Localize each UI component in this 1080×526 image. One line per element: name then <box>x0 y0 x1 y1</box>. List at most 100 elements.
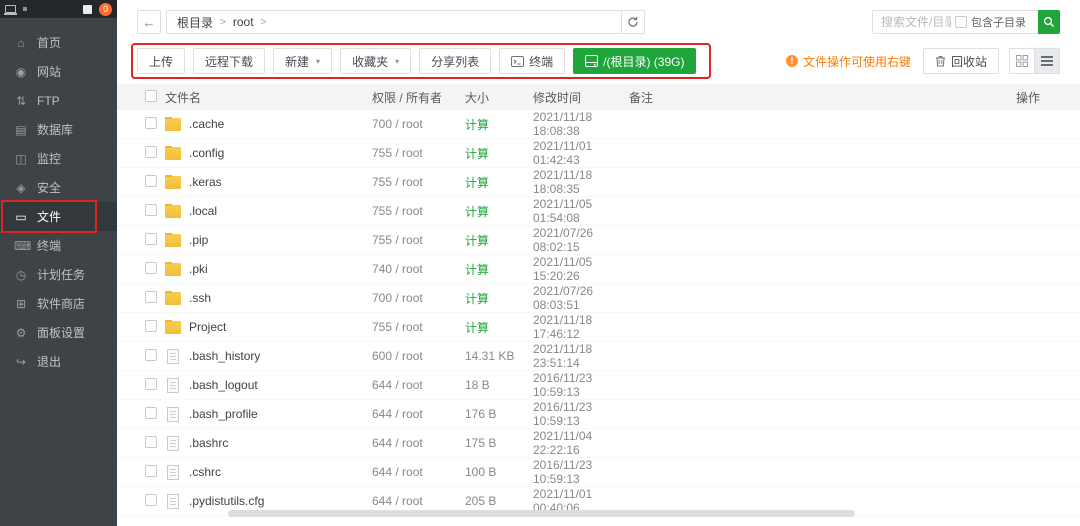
row-checkbox[interactable] <box>145 378 157 390</box>
share-list-button[interactable]: 分享列表 <box>419 48 491 74</box>
sidebar: 0 ⌂ 首页 ◉ 网站 ⇅ FTP ▤ 数据库 ◫ 监控 ◈ 安全 ▭ 文件 ⌨… <box>0 0 117 526</box>
remote-download-button[interactable]: 远程下载 <box>193 48 265 74</box>
favorites-menu-button[interactable]: 收藏夹 ▾ <box>340 48 411 74</box>
breadcrumb-item[interactable]: root <box>233 15 254 29</box>
file-name[interactable]: .config <box>189 146 224 160</box>
sidebar-item-panel-settings[interactable]: ⚙ 面板设置 <box>0 318 117 347</box>
file-row[interactable]: .bash_history 600 / root 14.31 KB 2021/1… <box>117 342 1080 371</box>
file-name[interactable]: .bash_history <box>189 349 260 363</box>
file-name[interactable]: .pki <box>189 262 208 276</box>
sidebar-item-logout[interactable]: ↪ 退出 <box>0 347 117 376</box>
upload-button[interactable]: 上传 <box>137 48 185 74</box>
row-checkbox[interactable] <box>145 349 157 361</box>
file-row[interactable]: .cshrc 644 / root 100 B 2016/11/23 10:59… <box>117 458 1080 487</box>
breadcrumb-item[interactable]: 根目录 <box>177 14 213 31</box>
file-name[interactable]: .ssh <box>189 291 211 305</box>
sidebar-item-monitor[interactable]: ◫ 监控 <box>0 144 117 173</box>
sidebar-item-files[interactable]: ▭ 文件 <box>0 202 117 231</box>
file-name[interactable]: Project <box>189 320 226 334</box>
calc-size-link[interactable]: 计算 <box>465 232 533 249</box>
column-header-perm: 权限 / 所有者 <box>372 89 465 106</box>
file-size: 14.31 KB <box>465 349 533 363</box>
file-name[interactable]: .local <box>189 204 217 218</box>
file-row[interactable]: .pip 755 / root 计算 2021/07/26 08:02:15 <box>117 226 1080 255</box>
file-name[interactable]: .bash_logout <box>189 378 258 392</box>
new-menu-button[interactable]: 新建 ▾ <box>273 48 332 74</box>
monitor-icon: ◫ <box>14 152 28 166</box>
include-subdir-option[interactable]: 包含子目录 <box>955 14 1026 30</box>
file-name[interactable]: .pip <box>189 233 208 247</box>
row-checkbox[interactable] <box>145 494 157 506</box>
file-row[interactable]: .pki 740 / root 计算 2021/11/05 15:20:26 <box>117 255 1080 284</box>
sidebar-item-website[interactable]: ◉ 网站 <box>0 57 117 86</box>
row-checkbox[interactable] <box>145 436 157 448</box>
file-permission: 600 / root <box>372 349 465 363</box>
row-checkbox[interactable] <box>145 117 157 129</box>
calc-size-link[interactable]: 计算 <box>465 261 533 278</box>
column-header-name: 文件名 <box>165 89 372 106</box>
file-row[interactable]: .bash_logout 644 / root 18 B 2016/11/23 … <box>117 371 1080 400</box>
file-name[interactable]: .cshrc <box>189 465 221 479</box>
select-all-checkbox[interactable] <box>145 90 157 102</box>
file-mtime: 2021/11/04 22:22:16 <box>533 429 629 457</box>
row-checkbox[interactable] <box>145 204 157 216</box>
row-checkbox[interactable] <box>145 262 157 274</box>
file-name[interactable]: .cache <box>189 117 224 131</box>
row-checkbox[interactable] <box>145 407 157 419</box>
row-checkbox[interactable] <box>145 175 157 187</box>
root-disk-button[interactable]: /(根目录) (39G) <box>573 48 696 74</box>
file-size: 100 B <box>465 465 533 479</box>
chevron-down-icon: ▾ <box>395 57 399 66</box>
horizontal-scrollbar[interactable] <box>228 510 855 517</box>
file-row[interactable]: .bash_profile 644 / root 176 B 2016/11/2… <box>117 400 1080 429</box>
row-checkbox[interactable] <box>145 320 157 332</box>
file-permission: 700 / root <box>372 291 465 305</box>
search-button[interactable] <box>1038 10 1060 34</box>
row-checkbox[interactable] <box>145 233 157 245</box>
file-row[interactable]: .cache 700 / root 计算 2021/11/18 18:08:38 <box>117 110 1080 139</box>
file-name[interactable]: .pydistutils.cfg <box>189 494 264 508</box>
calc-size-link[interactable]: 计算 <box>465 174 533 191</box>
files-icon: ▭ <box>14 210 28 224</box>
sidebar-item-security[interactable]: ◈ 安全 <box>0 173 117 202</box>
calc-size-link[interactable]: 计算 <box>465 319 533 336</box>
file-name[interactable]: .bashrc <box>189 436 228 450</box>
logout-icon: ↪ <box>14 355 28 369</box>
list-view-button[interactable] <box>1034 48 1060 74</box>
file-row[interactable]: .keras 755 / root 计算 2021/11/18 18:08:35 <box>117 168 1080 197</box>
calc-size-link[interactable]: 计算 <box>465 203 533 220</box>
sidebar-item-database[interactable]: ▤ 数据库 <box>0 115 117 144</box>
file-row[interactable]: .bashrc 644 / root 175 B 2021/11/04 22:2… <box>117 429 1080 458</box>
file-icon <box>167 349 179 364</box>
row-checkbox[interactable] <box>145 146 157 158</box>
disk-icon <box>585 55 598 67</box>
sidebar-item-terminal[interactable]: ⌨ 终端 <box>0 231 117 260</box>
dot-icon <box>23 7 27 11</box>
sidebar-item-cron[interactable]: ◷ 计划任务 <box>0 260 117 289</box>
refresh-button[interactable] <box>621 10 645 34</box>
terminal-button[interactable]: 终端 <box>499 48 565 74</box>
search-input[interactable] <box>881 15 951 29</box>
grid-view-button[interactable] <box>1009 48 1035 74</box>
file-row[interactable]: .ssh 700 / root 计算 2021/07/26 08:03:51 <box>117 284 1080 313</box>
file-name[interactable]: .bash_profile <box>189 407 258 421</box>
calc-size-link[interactable]: 计算 <box>465 145 533 162</box>
file-row[interactable]: Project 755 / root 计算 2021/11/18 17:46:1… <box>117 313 1080 342</box>
calc-size-link[interactable]: 计算 <box>465 290 533 307</box>
sidebar-item-app-store[interactable]: ⊞ 软件商店 <box>0 289 117 318</box>
recycle-bin-button[interactable]: 回收站 <box>923 48 999 74</box>
folder-icon <box>165 205 181 218</box>
file-name[interactable]: .keras <box>189 175 222 189</box>
calc-size-link[interactable]: 计算 <box>465 116 533 133</box>
back-button[interactable]: ← <box>137 10 161 34</box>
sidebar-item-ftp[interactable]: ⇅ FTP <box>0 86 117 115</box>
file-row[interactable]: .config 755 / root 计算 2021/11/01 01:42:4… <box>117 139 1080 168</box>
file-mtime: 2021/11/05 15:20:26 <box>533 255 629 283</box>
row-checkbox[interactable] <box>145 465 157 477</box>
file-permission: 755 / root <box>372 204 465 218</box>
file-row[interactable]: .local 755 / root 计算 2021/11/05 01:54:08 <box>117 197 1080 226</box>
file-permission: 755 / root <box>372 146 465 160</box>
row-checkbox[interactable] <box>145 291 157 303</box>
include-subdir-checkbox[interactable] <box>955 16 967 28</box>
sidebar-item-home[interactable]: ⌂ 首页 <box>0 28 117 57</box>
